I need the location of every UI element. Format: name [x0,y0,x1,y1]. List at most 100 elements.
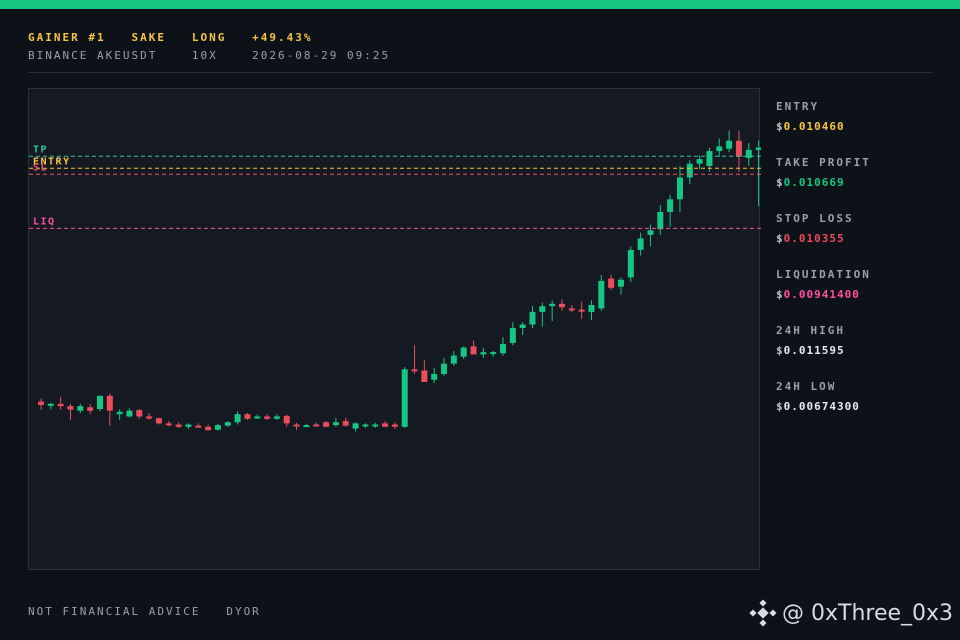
candle-body [401,369,408,427]
candle-body [539,306,546,312]
candle-body [342,421,349,426]
gainer-headline: GAINER #1 SAKE LONG +49.43% [28,31,313,44]
candle-body [352,423,359,429]
candle-body [106,395,113,411]
currency-symbol: $ [776,232,784,245]
candle-body [558,303,565,308]
candle-body [735,140,742,157]
candle-body [421,370,428,382]
candle-body [480,352,487,355]
accent-bar [0,0,960,9]
candle-body [303,425,310,428]
stat-value: $0.011595 [776,344,946,357]
candle-body [155,418,162,424]
candle-body [165,423,172,426]
candle-body [126,410,133,417]
stat-24h-low: 24H LOW $0.00674300 [776,380,946,436]
currency-symbol: $ [776,288,784,301]
currency-symbol: $ [776,400,784,413]
candle-body [332,422,339,426]
price-chart: TP ENTRY SL LIQ [28,88,761,570]
candle-body [175,424,182,427]
candle-body [77,406,84,411]
candle-body [214,425,221,430]
disclaimer: NOT FINANCIAL ADVICE DYOR [28,605,261,618]
candle-body [185,424,192,427]
candle-body [578,309,585,312]
candle-body [362,424,369,427]
level-label-liq: LIQ [33,216,56,227]
value-text: 0.011595 [783,344,845,357]
level-label-tp: TP [33,144,48,155]
candle-body [657,211,664,230]
candle-body [116,411,123,415]
candle-body [667,199,674,212]
candle-body [716,146,723,152]
candle-body [568,308,575,311]
candle-body [637,238,644,250]
stat-label: ENTRY [776,100,820,113]
candle-body [323,422,330,427]
candle-body [38,401,44,405]
stat-liquidation: LIQUIDATION $0.00941400 [776,268,946,324]
candle-body [146,416,153,419]
candle-body [391,424,398,427]
value-text: 0.010669 [783,176,845,189]
candle-body [598,280,605,309]
candle-body [382,423,389,427]
candle-body [293,424,300,427]
candle-body [755,147,761,150]
candle-body [608,278,615,288]
stat-value: $0.00941400 [776,288,946,301]
value-text: 0.00674300 [783,400,860,413]
candle-body [519,324,526,328]
candle-body [696,159,703,164]
watermark-text: @ 0xThree_0x3 [782,600,954,626]
stat-label: TAKE PROFIT [776,156,871,169]
candle-body [588,305,595,312]
candle-body [549,303,556,307]
candle-body [224,422,231,426]
candle-body [57,403,64,407]
stats-panel: ENTRY $0.010460 TAKE PROFIT $0.010669 ST… [776,100,946,436]
stat-value: $0.010669 [776,176,946,189]
stat-stop-loss: STOP LOSS $0.010355 [776,212,946,268]
candle-body [195,425,202,428]
candle-body [450,355,457,364]
candle-body [490,352,497,355]
stat-label: 24H HIGH [776,324,845,337]
currency-symbol: $ [776,120,784,133]
stat-24h-high: 24H HIGH $0.011595 [776,324,946,380]
stat-entry: ENTRY $0.010460 [776,100,946,156]
candle-body [244,414,251,419]
candle-body [686,163,693,178]
candle-body [470,346,477,355]
candle-body [460,347,467,357]
candle-body [706,151,713,166]
candle-body [313,424,320,427]
candle-body [283,415,290,424]
candle-body [273,416,280,419]
stat-take-profit: TAKE PROFIT $0.010669 [776,156,946,212]
candle-body [647,230,654,235]
value-text: 0.00941400 [783,288,860,301]
candle-body [500,344,507,354]
candle-body [617,279,624,287]
candle-body [234,414,241,423]
candle-body [676,177,683,200]
candle-body [67,406,74,410]
candle-body [726,140,733,149]
candle-body [96,395,103,409]
binance-logo-icon [749,599,777,627]
level-label-sl: SL [33,162,48,173]
candle-body [441,363,448,374]
pair-info: BINANCE AKEUSDT 10X 2026-08-29 09:25 [28,49,391,62]
candle-body [87,407,94,411]
candle-body [372,424,379,427]
candle-body [411,369,418,372]
currency-symbol: $ [776,344,784,357]
currency-symbol: $ [776,176,784,189]
candle-body [431,373,438,380]
stat-label: LIQUIDATION [776,268,871,281]
candle-body [264,416,271,419]
